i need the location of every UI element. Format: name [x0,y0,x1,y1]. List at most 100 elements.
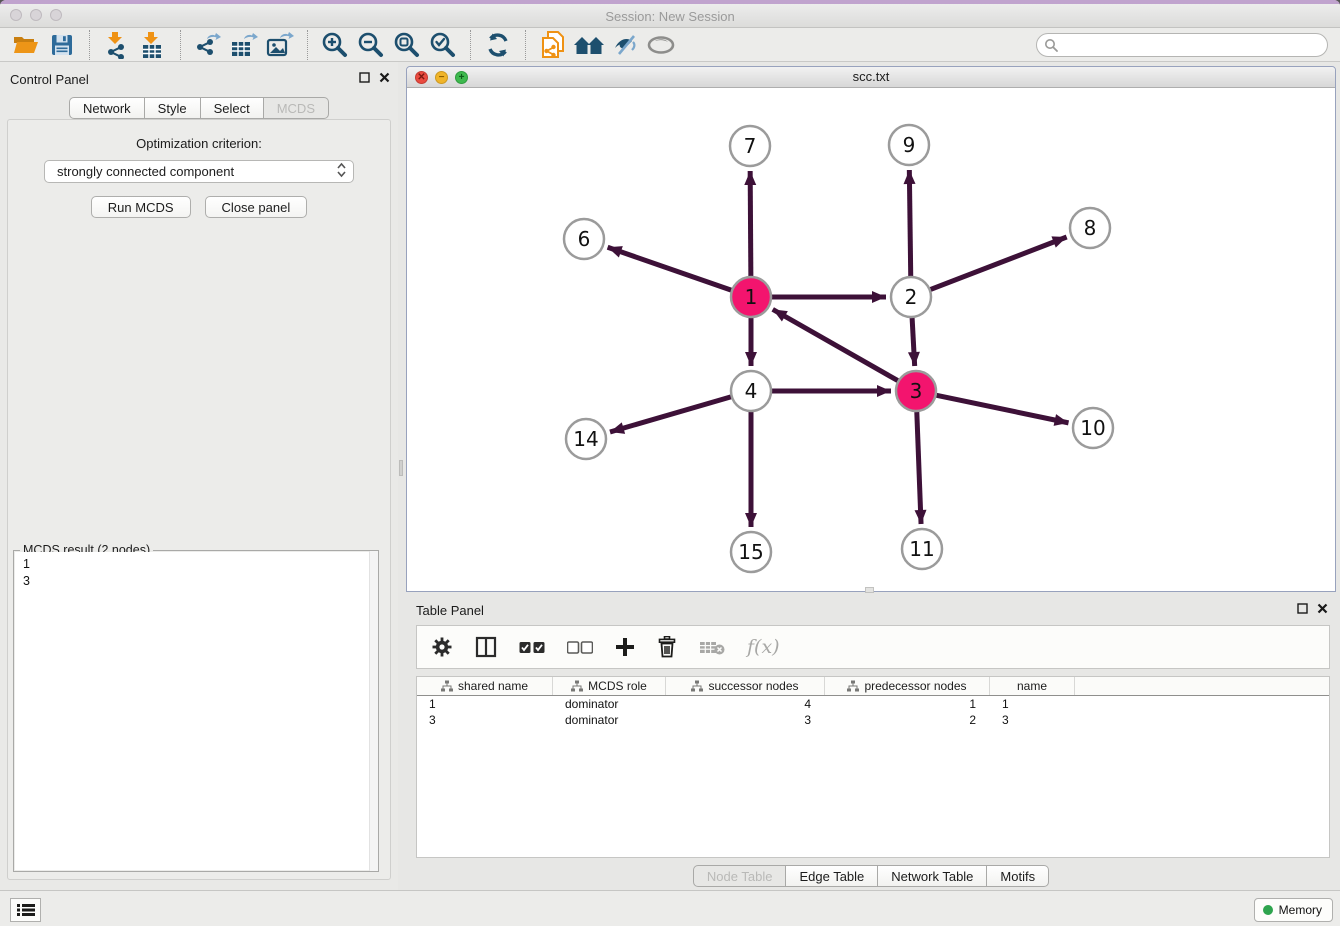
column-layout-icon[interactable] [475,636,497,658]
graph-node-6[interactable]: 6 [564,219,604,259]
add-column-icon[interactable] [615,637,635,657]
search-input[interactable] [1036,33,1328,57]
optimization-criterion-select[interactable]: strongly connected component [44,160,354,183]
graph-node-9[interactable]: 9 [889,125,929,165]
column-header-MCDS-role[interactable]: MCDS role [553,677,666,695]
task-history-button[interactable] [10,898,41,922]
graph-edge-2-3[interactable] [912,318,915,366]
import-network-icon[interactable] [99,29,135,61]
table-cell[interactable]: 1 [825,696,990,712]
close-panel-icon[interactable] [379,70,390,88]
graph-edge-3-11[interactable] [917,412,921,524]
hierarchy-icon [571,680,583,692]
float-panel-icon[interactable] [359,70,370,88]
zoom-selected-icon[interactable] [425,29,461,61]
table-row[interactable]: 3dominator323 [417,712,1329,728]
table-cell[interactable]: 1 [417,696,553,712]
float-panel-icon[interactable] [1297,601,1308,619]
memory-button[interactable]: Memory [1254,898,1333,922]
tab-mcds[interactable]: MCDS [264,97,329,119]
toolbar-separator [89,30,90,60]
result-line: 1 [23,556,377,573]
hierarchy-icon [691,680,703,692]
open-folder-icon[interactable] [8,29,44,61]
graph-node-15[interactable]: 15 [731,532,771,572]
zoom-in-icon[interactable] [317,29,353,61]
graph-node-7[interactable]: 7 [730,126,770,166]
tab-network[interactable]: Network [69,97,145,119]
graph-node-8[interactable]: 8 [1070,208,1110,248]
graph-edge-3-1[interactable] [773,309,898,380]
svg-text:9: 9 [903,133,916,157]
tab-node-table[interactable]: Node Table [693,865,787,887]
select-all-columns-icon[interactable] [519,641,545,654]
memory-status-dot [1263,905,1273,915]
table-panel-title: Table Panel [416,603,484,618]
canvas-resize-grip[interactable] [865,587,874,593]
toolbar-separator [307,30,308,60]
save-session-icon[interactable] [44,29,80,61]
clone-network-icon[interactable] [535,29,571,61]
table-cell[interactable]: dominator [553,712,666,728]
window-title: Session: New Session [0,8,1340,26]
table-settings-gear-icon[interactable] [431,636,453,658]
table-cell[interactable]: 2 [825,712,990,728]
show-details-eye-icon[interactable] [643,29,679,61]
svg-text:7: 7 [744,134,757,158]
application-window: Session: New Session [0,0,1340,926]
graph-node-1[interactable]: 1 [731,277,771,317]
network-window-titlebar[interactable]: ✕ − + scc.txt [407,67,1335,88]
tab-network-table[interactable]: Network Table [878,865,987,887]
graph-node-2[interactable]: 2 [891,277,931,317]
run-mcds-button[interactable]: Run MCDS [91,196,191,218]
table-cell[interactable]: 1 [990,696,1075,712]
graph-node-3[interactable]: 3 [896,371,936,411]
table-cell[interactable]: 3 [417,712,553,728]
table-cell[interactable]: 4 [666,696,825,712]
refresh-layout-icon[interactable] [480,29,516,61]
graph-edge-2-8[interactable] [931,237,1067,289]
graph-node-4[interactable]: 4 [731,371,771,411]
graph-node-11[interactable]: 11 [902,529,942,569]
svg-text:10: 10 [1080,416,1105,440]
graph-edge-4-14[interactable] [610,397,731,432]
graph-edge-1-7[interactable] [750,171,751,276]
graph-edge-3-10[interactable] [937,395,1069,423]
zoom-out-icon[interactable] [353,29,389,61]
import-table-icon[interactable] [135,29,171,61]
column-header-shared-name[interactable]: shared name [417,677,553,695]
close-panel-button[interactable]: Close panel [205,196,308,218]
graph-edge-2-9[interactable] [909,170,910,276]
home-views-icon[interactable] [571,29,607,61]
zoom-fit-icon[interactable] [389,29,425,61]
control-panel-tabs: NetworkStyleSelectMCDS [0,97,398,119]
column-header-predecessor-nodes[interactable]: predecessor nodes [825,677,990,695]
result-scrollbar[interactable] [369,551,378,871]
hide-details-icon[interactable] [607,29,643,61]
mcds-result-text[interactable]: 13 [15,552,377,870]
tab-motifs[interactable]: Motifs [987,865,1049,887]
close-panel-icon[interactable] [1317,601,1328,619]
graph-edge-1-6[interactable] [608,247,732,290]
panel-splitter-grip[interactable] [399,460,403,476]
table-cell[interactable]: 3 [990,712,1075,728]
tab-style[interactable]: Style [145,97,201,119]
svg-text:4: 4 [745,379,758,403]
table-row[interactable]: 1dominator411 [417,696,1329,712]
graph-node-10[interactable]: 10 [1073,408,1113,448]
tab-select[interactable]: Select [201,97,264,119]
column-header-name[interactable]: name [990,677,1075,695]
table-cell[interactable]: 3 [666,712,825,728]
export-network-icon[interactable] [190,29,226,61]
table-cell[interactable]: dominator [553,696,666,712]
network-canvas[interactable]: 7 9 6 8 1 2 4 3 14 10 15 11 [407,88,1335,591]
export-table-icon[interactable] [226,29,262,61]
export-image-icon[interactable] [262,29,298,61]
tab-edge-table[interactable]: Edge Table [786,865,878,887]
delete-column-trash-icon[interactable] [657,636,677,658]
column-header-successor-nodes[interactable]: successor nodes [666,677,825,695]
unselect-all-columns-icon[interactable] [567,641,593,654]
graph-node-14[interactable]: 14 [566,419,606,459]
svg-text:6: 6 [578,227,591,251]
list-icon [17,903,35,917]
